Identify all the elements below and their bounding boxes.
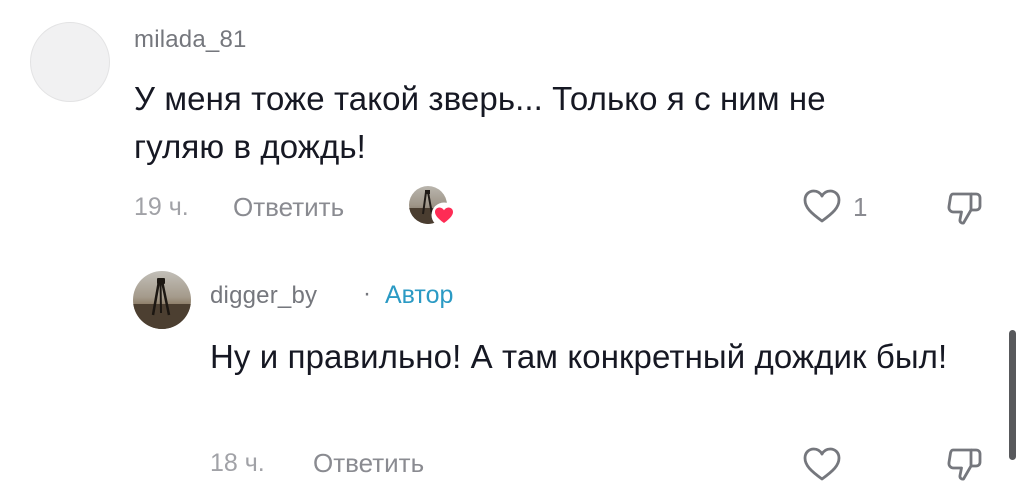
thumbs-down-outline-icon[interactable] [944,187,986,229]
author-badge: Автор [385,281,454,309]
avatar[interactable] [133,271,191,329]
heart-filled-icon [431,202,457,228]
separator-dot: · [363,280,371,307]
like-count: 1 [853,192,868,222]
reply-timestamp: 18 ч. [210,449,265,477]
comment-username[interactable]: milada_81 [134,26,247,54]
creator-liked-badge [409,186,457,230]
reply-text: Ну и правильно! А там конкретный дождик … [210,338,948,375]
avatar[interactable] [30,22,110,102]
reply-username[interactable]: digger_by [210,282,317,310]
comment-timestamp: 19 ч. [134,193,189,221]
thumbs-down-outline-icon[interactable] [944,443,986,485]
heart-outline-icon[interactable] [801,186,843,226]
scrollbar[interactable] [1009,330,1016,460]
reply-button[interactable]: Ответить [233,192,344,223]
comment-text: У меня тоже такой зверь... Только я с ни… [134,80,826,165]
reply-button[interactable]: Ответить [313,448,424,479]
heart-outline-icon[interactable] [801,444,843,484]
